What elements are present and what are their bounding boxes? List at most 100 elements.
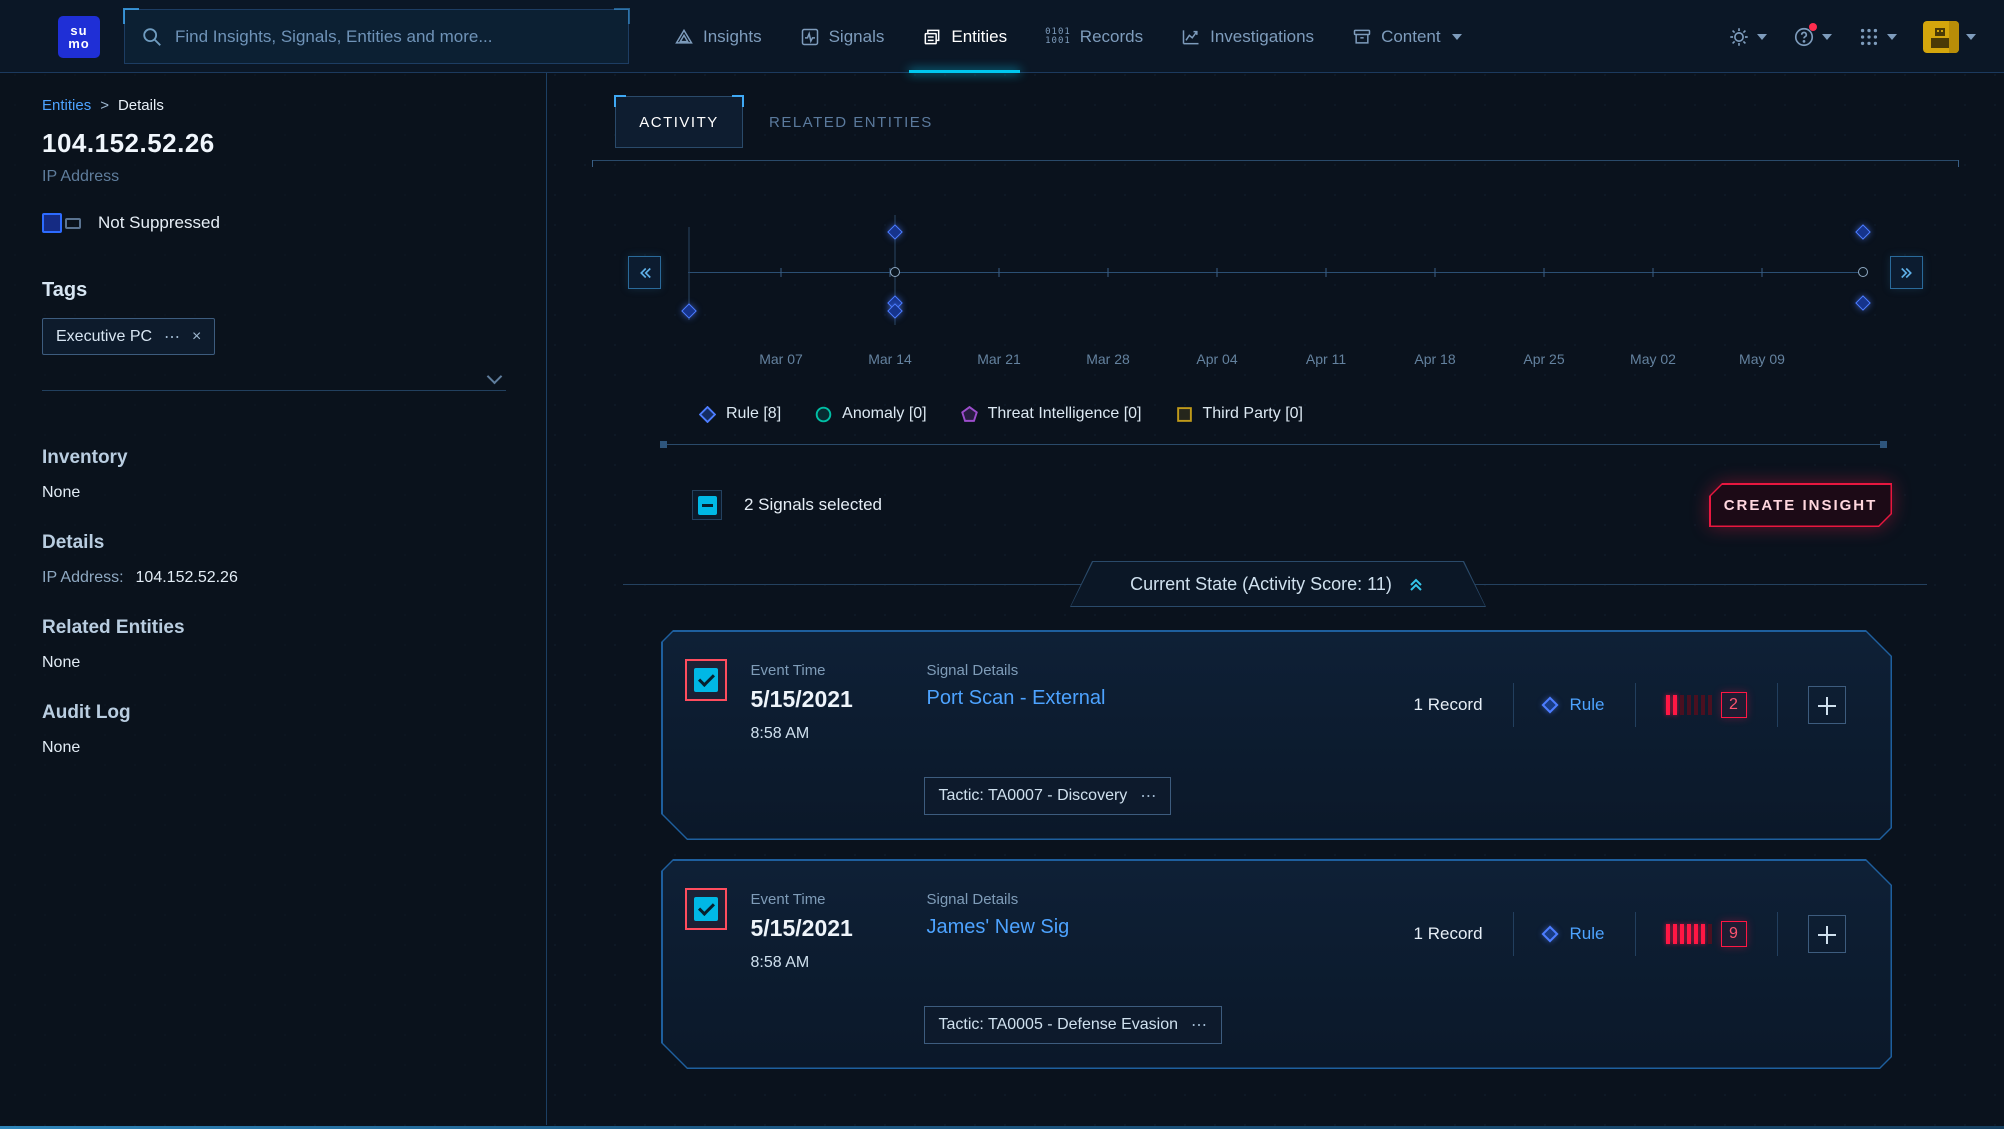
select-all-checkbox[interactable] bbox=[692, 490, 722, 520]
signal-marker-diamond[interactable] bbox=[887, 224, 903, 240]
tags-expander[interactable] bbox=[42, 371, 506, 382]
search-input[interactable] bbox=[175, 27, 612, 47]
chevron-down-icon bbox=[1452, 34, 1462, 40]
tactic-chip[interactable]: Tactic: TA0007 - Discovery ⋯ bbox=[924, 777, 1172, 815]
timeline-tick bbox=[781, 268, 782, 277]
timeline-axis-area[interactable]: Mar 07Mar 14Mar 21Mar 28Apr 04Apr 11Apr … bbox=[688, 173, 1863, 388]
signal-details-label: Signal Details bbox=[927, 662, 1106, 679]
threat-pentagon-icon bbox=[961, 406, 978, 423]
divider bbox=[1513, 912, 1514, 956]
severity-bars bbox=[1666, 695, 1712, 715]
nav-content[interactable]: Content bbox=[1333, 0, 1481, 73]
details-ip-row: IP Address: 104.152.52.26 bbox=[42, 569, 506, 587]
related-entities-heading: Related Entities bbox=[42, 617, 506, 639]
signal-details-column: Signal Details James' New Sig bbox=[927, 891, 1070, 939]
timeline-tick bbox=[1108, 268, 1109, 277]
signal-type-tag: Rule bbox=[1544, 695, 1605, 715]
timeline-page-right-button[interactable] bbox=[1890, 256, 1923, 289]
entities-icon bbox=[922, 27, 942, 47]
legend-label: Threat Intelligence [0] bbox=[988, 405, 1142, 423]
current-state-toggle[interactable]: Current State (Activity Score: 11) bbox=[1070, 561, 1486, 607]
signal-marker-diamond[interactable] bbox=[1855, 295, 1871, 311]
legend-label: Anomaly [0] bbox=[842, 405, 926, 423]
main-nav: Insights Signals Entities bbox=[655, 0, 1481, 73]
nav-entities[interactable]: Entities bbox=[903, 0, 1026, 73]
timeline-tick bbox=[1326, 268, 1327, 277]
tactic-label: Tactic: TA0007 - Discovery bbox=[939, 787, 1128, 805]
nav-label: Insights bbox=[703, 27, 762, 47]
signal-marker-diamond[interactable] bbox=[1855, 224, 1871, 240]
signal-checkbox[interactable] bbox=[685, 888, 727, 930]
entity-title: 104.152.52.26 bbox=[42, 128, 506, 159]
selection-row: 2 Signals selected CREATE INSIGHT bbox=[692, 483, 1892, 527]
nav-signals[interactable]: Signals bbox=[781, 0, 904, 73]
divider bbox=[1513, 683, 1514, 727]
double-chevron-up-icon bbox=[1406, 574, 1426, 594]
timeline-top-rule bbox=[592, 160, 1959, 161]
timeline-date-label: Mar 14 bbox=[868, 351, 912, 367]
nav-label: Investigations bbox=[1210, 27, 1314, 47]
help-button[interactable] bbox=[1793, 26, 1832, 48]
nav-records[interactable]: 0101 1001 Records bbox=[1026, 0, 1162, 73]
inventory-heading: Inventory bbox=[42, 447, 506, 469]
insights-icon bbox=[674, 27, 694, 47]
tab-related-entities[interactable]: RELATED ENTITIES bbox=[743, 96, 959, 148]
search-icon bbox=[141, 26, 163, 48]
signal-card: Event Time 5/15/2021 8:58 AM Signal Deta… bbox=[661, 630, 1892, 840]
breadcrumb-entities-link[interactable]: Entities bbox=[42, 97, 91, 114]
apps-grid-button[interactable] bbox=[1858, 26, 1897, 48]
third-party-square-icon bbox=[1176, 406, 1193, 423]
tactic-chip[interactable]: Tactic: TA0005 - Defense Evasion ⋯ bbox=[924, 1006, 1223, 1044]
tab-activity[interactable]: ACTIVITY bbox=[615, 96, 743, 148]
divider bbox=[1777, 683, 1778, 727]
breadcrumb-current: Details bbox=[118, 97, 164, 114]
app-root: su mo Insights bbox=[0, 0, 2004, 1129]
chevron-down-icon bbox=[1966, 34, 1976, 40]
sumo-logic-logo[interactable]: su mo bbox=[58, 16, 100, 58]
event-date: 5/15/2021 bbox=[751, 915, 853, 942]
timeline-tick bbox=[1217, 268, 1218, 277]
tag-chip[interactable]: Executive PC ⋯ × bbox=[42, 318, 215, 355]
severity-indicator: 2 bbox=[1666, 692, 1747, 718]
audit-log-value: None bbox=[42, 739, 506, 757]
selection-count-label: 2 Signals selected bbox=[744, 495, 882, 515]
signal-marker-diamond[interactable] bbox=[681, 303, 697, 319]
plus-button[interactable] bbox=[1808, 686, 1846, 724]
timeline-date-label: Apr 04 bbox=[1196, 351, 1237, 367]
more-icon[interactable]: ⋯ bbox=[164, 327, 180, 347]
more-icon[interactable]: ⋯ bbox=[1140, 786, 1156, 806]
chevron-down-icon bbox=[1757, 34, 1767, 40]
legend-anomaly[interactable]: Anomaly [0] bbox=[815, 405, 926, 423]
signal-name-link[interactable]: James' New Sig bbox=[927, 916, 1070, 939]
legend-rule[interactable]: Rule [8] bbox=[699, 405, 781, 423]
signal-meta-cluster: 1 Record Rule 9 bbox=[1414, 906, 1846, 962]
signal-type-label: Rule bbox=[1570, 924, 1605, 944]
signal-checkbox[interactable] bbox=[685, 659, 727, 701]
more-icon[interactable]: ⋯ bbox=[1191, 1015, 1207, 1035]
signal-card: Event Time 5/15/2021 8:58 AM Signal Deta… bbox=[661, 859, 1892, 1069]
details-heading: Details bbox=[42, 532, 506, 554]
nav-investigations[interactable]: Investigations bbox=[1162, 0, 1333, 73]
tag-label: Executive PC bbox=[56, 328, 152, 346]
create-insight-button[interactable]: CREATE INSIGHT bbox=[1709, 483, 1892, 527]
timeline-page-left-button[interactable] bbox=[628, 256, 661, 289]
nav-insights[interactable]: Insights bbox=[655, 0, 781, 73]
nav-label: Entities bbox=[951, 27, 1007, 47]
legend-threat-intelligence[interactable]: Threat Intelligence [0] bbox=[961, 405, 1142, 423]
timeline-date-label: Apr 11 bbox=[1306, 351, 1346, 367]
timeline-tick bbox=[1653, 268, 1654, 277]
plus-button[interactable] bbox=[1808, 915, 1846, 953]
event-clock: 8:58 AM bbox=[751, 954, 853, 972]
user-menu-button[interactable] bbox=[1923, 21, 1976, 53]
global-search bbox=[124, 9, 629, 64]
suppression-toggle[interactable]: Not Suppressed bbox=[42, 213, 506, 233]
apps-grid-icon bbox=[1858, 26, 1880, 48]
close-icon[interactable]: × bbox=[192, 328, 201, 346]
timeline-tick bbox=[1544, 268, 1545, 277]
legend-third-party[interactable]: Third Party [0] bbox=[1176, 405, 1303, 423]
timeline-tick bbox=[1762, 268, 1763, 277]
settings-button[interactable] bbox=[1728, 26, 1767, 48]
audit-log-heading: Audit Log bbox=[42, 702, 506, 724]
signal-name-link[interactable]: Port Scan - External bbox=[927, 687, 1106, 710]
timeline-date-label: Mar 07 bbox=[759, 351, 803, 367]
